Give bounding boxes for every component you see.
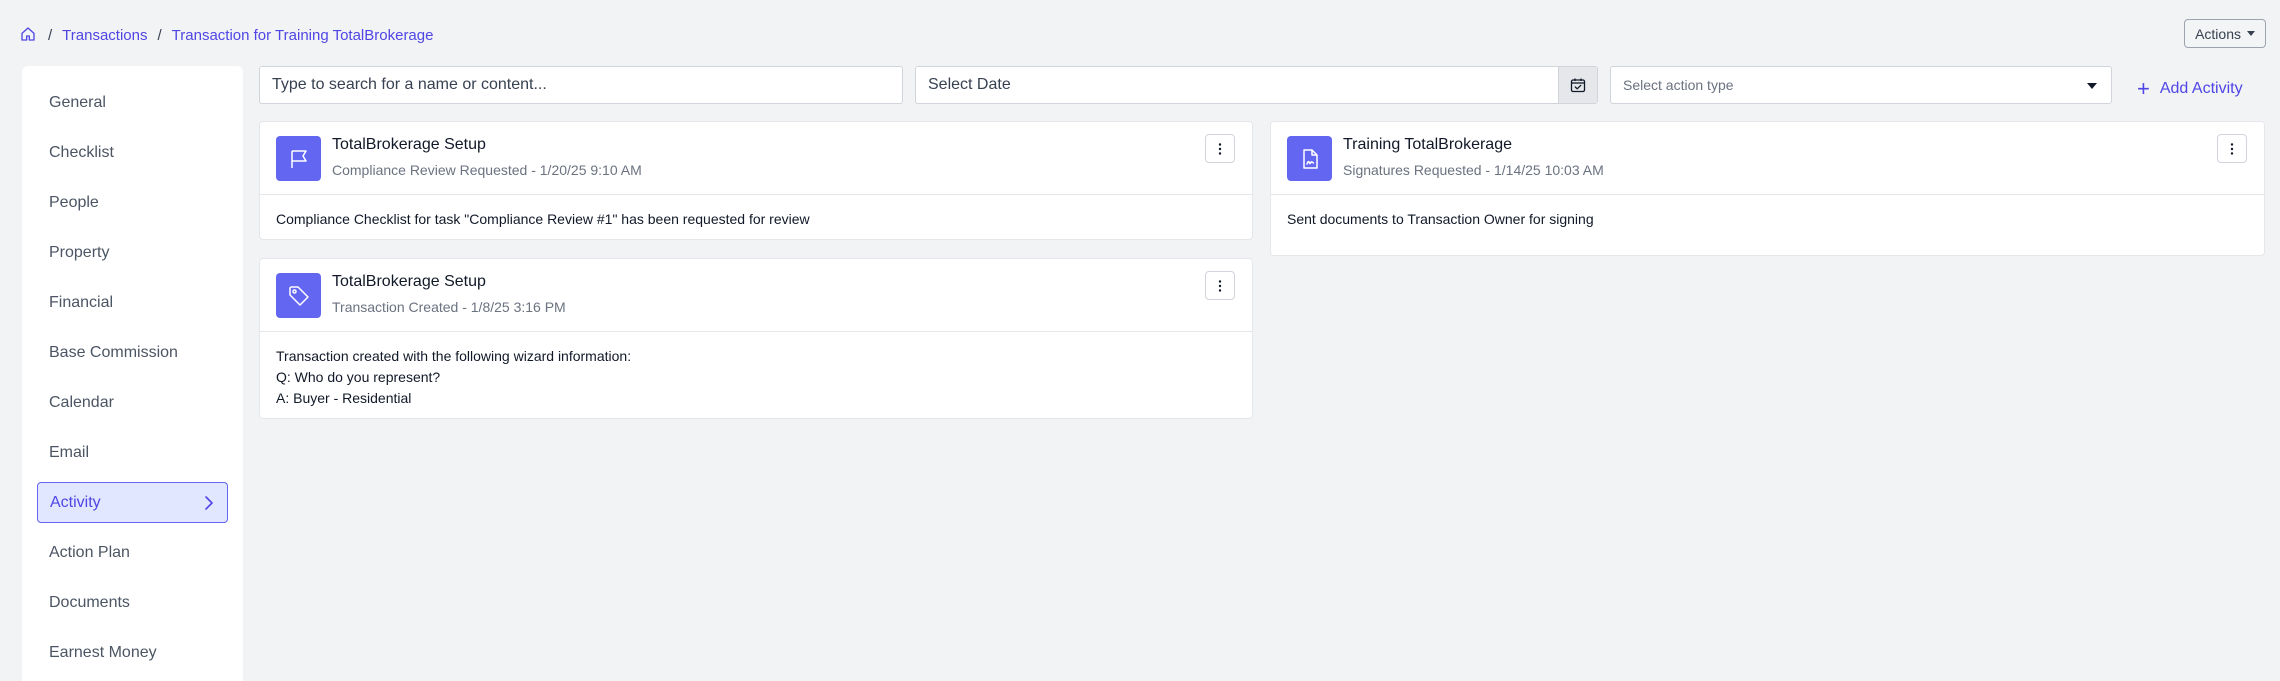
activity-menu-button[interactable] xyxy=(1205,134,1235,163)
activity-card-header: TotalBrokerage Setup Compliance Review R… xyxy=(260,122,1252,195)
activity-subtitle: Transaction Created - 1/8/25 3:16 PM xyxy=(332,299,566,315)
sidebar-item-property[interactable]: Property xyxy=(37,232,228,273)
activity-title: TotalBrokerage Setup xyxy=(332,136,486,153)
activity-subtitle: Compliance Review Requested - 1/20/25 9:… xyxy=(332,162,642,178)
date-picker xyxy=(915,66,1598,104)
date-input[interactable] xyxy=(916,67,1558,103)
sidebar-item-documents[interactable]: Documents xyxy=(37,582,228,623)
sidebar-item-label: Activity xyxy=(50,493,101,511)
sidebar-item-label: Documents xyxy=(49,593,130,611)
more-vertical-icon xyxy=(1218,142,1222,155)
sidebar-item-calendar[interactable]: Calendar xyxy=(37,382,228,423)
sidebar-item-label: Checklist xyxy=(49,143,114,161)
action-type-select[interactable]: Select action type xyxy=(1610,66,2112,104)
breadcrumb: / Transactions / Transaction for Trainin… xyxy=(20,24,433,46)
sidebar-item-financial[interactable]: Financial xyxy=(37,282,228,323)
actions-label: Actions xyxy=(2195,25,2241,42)
sidebar-item-label: Earnest Money xyxy=(49,643,157,661)
chevron-right-icon xyxy=(205,496,213,510)
sidebar-item-label: Calendar xyxy=(49,393,114,411)
activity-body-line: Transaction created with the following w… xyxy=(276,348,632,364)
activity-card: TotalBrokerage Setup Compliance Review R… xyxy=(259,121,1253,240)
sidebar-item-label: General xyxy=(49,93,106,111)
activity-body-line: Q: Who do you represent? xyxy=(276,369,441,385)
sidebar-item-base-commission[interactable]: Base Commission xyxy=(37,332,228,373)
activity-body: Compliance Checklist for task "Complianc… xyxy=(260,195,1252,244)
transaction-sidebar: General Checklist People Property Financ… xyxy=(22,66,243,681)
sidebar-item-label: Email xyxy=(49,443,90,461)
activity-body-line: A: Buyer - Residential xyxy=(276,390,412,406)
flag-icon xyxy=(276,136,321,181)
sidebar-item-label: Financial xyxy=(49,293,114,311)
activity-subtitle: Signatures Requested - 1/14/25 10:03 AM xyxy=(1343,162,1604,178)
sidebar-item-general[interactable]: General xyxy=(37,82,228,123)
add-activity-label: Add Activity xyxy=(2159,80,2243,97)
activity-body: Transaction created with the following w… xyxy=(260,332,1252,423)
breadcrumb-transactions-link[interactable]: Transactions xyxy=(62,27,147,44)
more-vertical-icon xyxy=(1218,279,1222,292)
calendar-button[interactable] xyxy=(1558,67,1597,103)
activity-body-line: Sent documents to Transaction Owner for … xyxy=(1287,211,1594,227)
activity-body: Sent documents to Transaction Owner for … xyxy=(1271,195,2264,244)
calendar-check-icon xyxy=(1570,78,1586,93)
sidebar-item-activity[interactable]: Activity xyxy=(37,482,228,523)
signature-document-icon xyxy=(1287,136,1332,181)
activity-menu-button[interactable] xyxy=(1205,271,1235,300)
activity-card-header: TotalBrokerage Setup Transaction Created… xyxy=(260,259,1252,332)
sidebar-item-label: Action Plan xyxy=(49,543,130,561)
activity-title: Training TotalBrokerage xyxy=(1343,136,1512,153)
activity-menu-button[interactable] xyxy=(2217,134,2247,163)
breadcrumb-separator: / xyxy=(48,26,53,44)
sidebar-item-label: Property xyxy=(49,243,110,261)
activity-card: Training TotalBrokerage Signatures Reque… xyxy=(1270,121,2265,256)
actions-dropdown-button[interactable]: Actions xyxy=(2184,19,2266,48)
home-icon[interactable] xyxy=(20,26,38,44)
add-activity-button[interactable]: + Add Activity xyxy=(2137,78,2243,100)
tag-icon xyxy=(276,273,321,318)
caret-down-icon xyxy=(2087,83,2097,89)
search-input[interactable] xyxy=(259,66,903,104)
sidebar-item-checklist[interactable]: Checklist xyxy=(37,132,228,173)
plus-icon: + xyxy=(2137,76,2150,101)
activity-title: TotalBrokerage Setup xyxy=(332,273,486,290)
sidebar-item-email[interactable]: Email xyxy=(37,432,228,473)
breadcrumb-current-transaction[interactable]: Transaction for Training TotalBrokerage xyxy=(172,27,434,44)
sidebar-item-action-plan[interactable]: Action Plan xyxy=(37,532,228,573)
more-vertical-icon xyxy=(2230,142,2234,155)
sidebar-item-earnest-money[interactable]: Earnest Money xyxy=(37,632,228,673)
activity-card: TotalBrokerage Setup Transaction Created… xyxy=(259,258,1253,419)
sidebar-item-label: Base Commission xyxy=(49,343,178,361)
activity-body-line: Compliance Checklist for task "Complianc… xyxy=(276,211,810,227)
caret-down-icon xyxy=(2247,31,2255,36)
activity-card-header: Training TotalBrokerage Signatures Reque… xyxy=(1271,122,2264,195)
sidebar-item-people[interactable]: People xyxy=(37,182,228,223)
breadcrumb-separator: / xyxy=(157,26,162,44)
action-type-placeholder: Select action type xyxy=(1623,77,1734,93)
sidebar-item-label: People xyxy=(49,193,99,211)
